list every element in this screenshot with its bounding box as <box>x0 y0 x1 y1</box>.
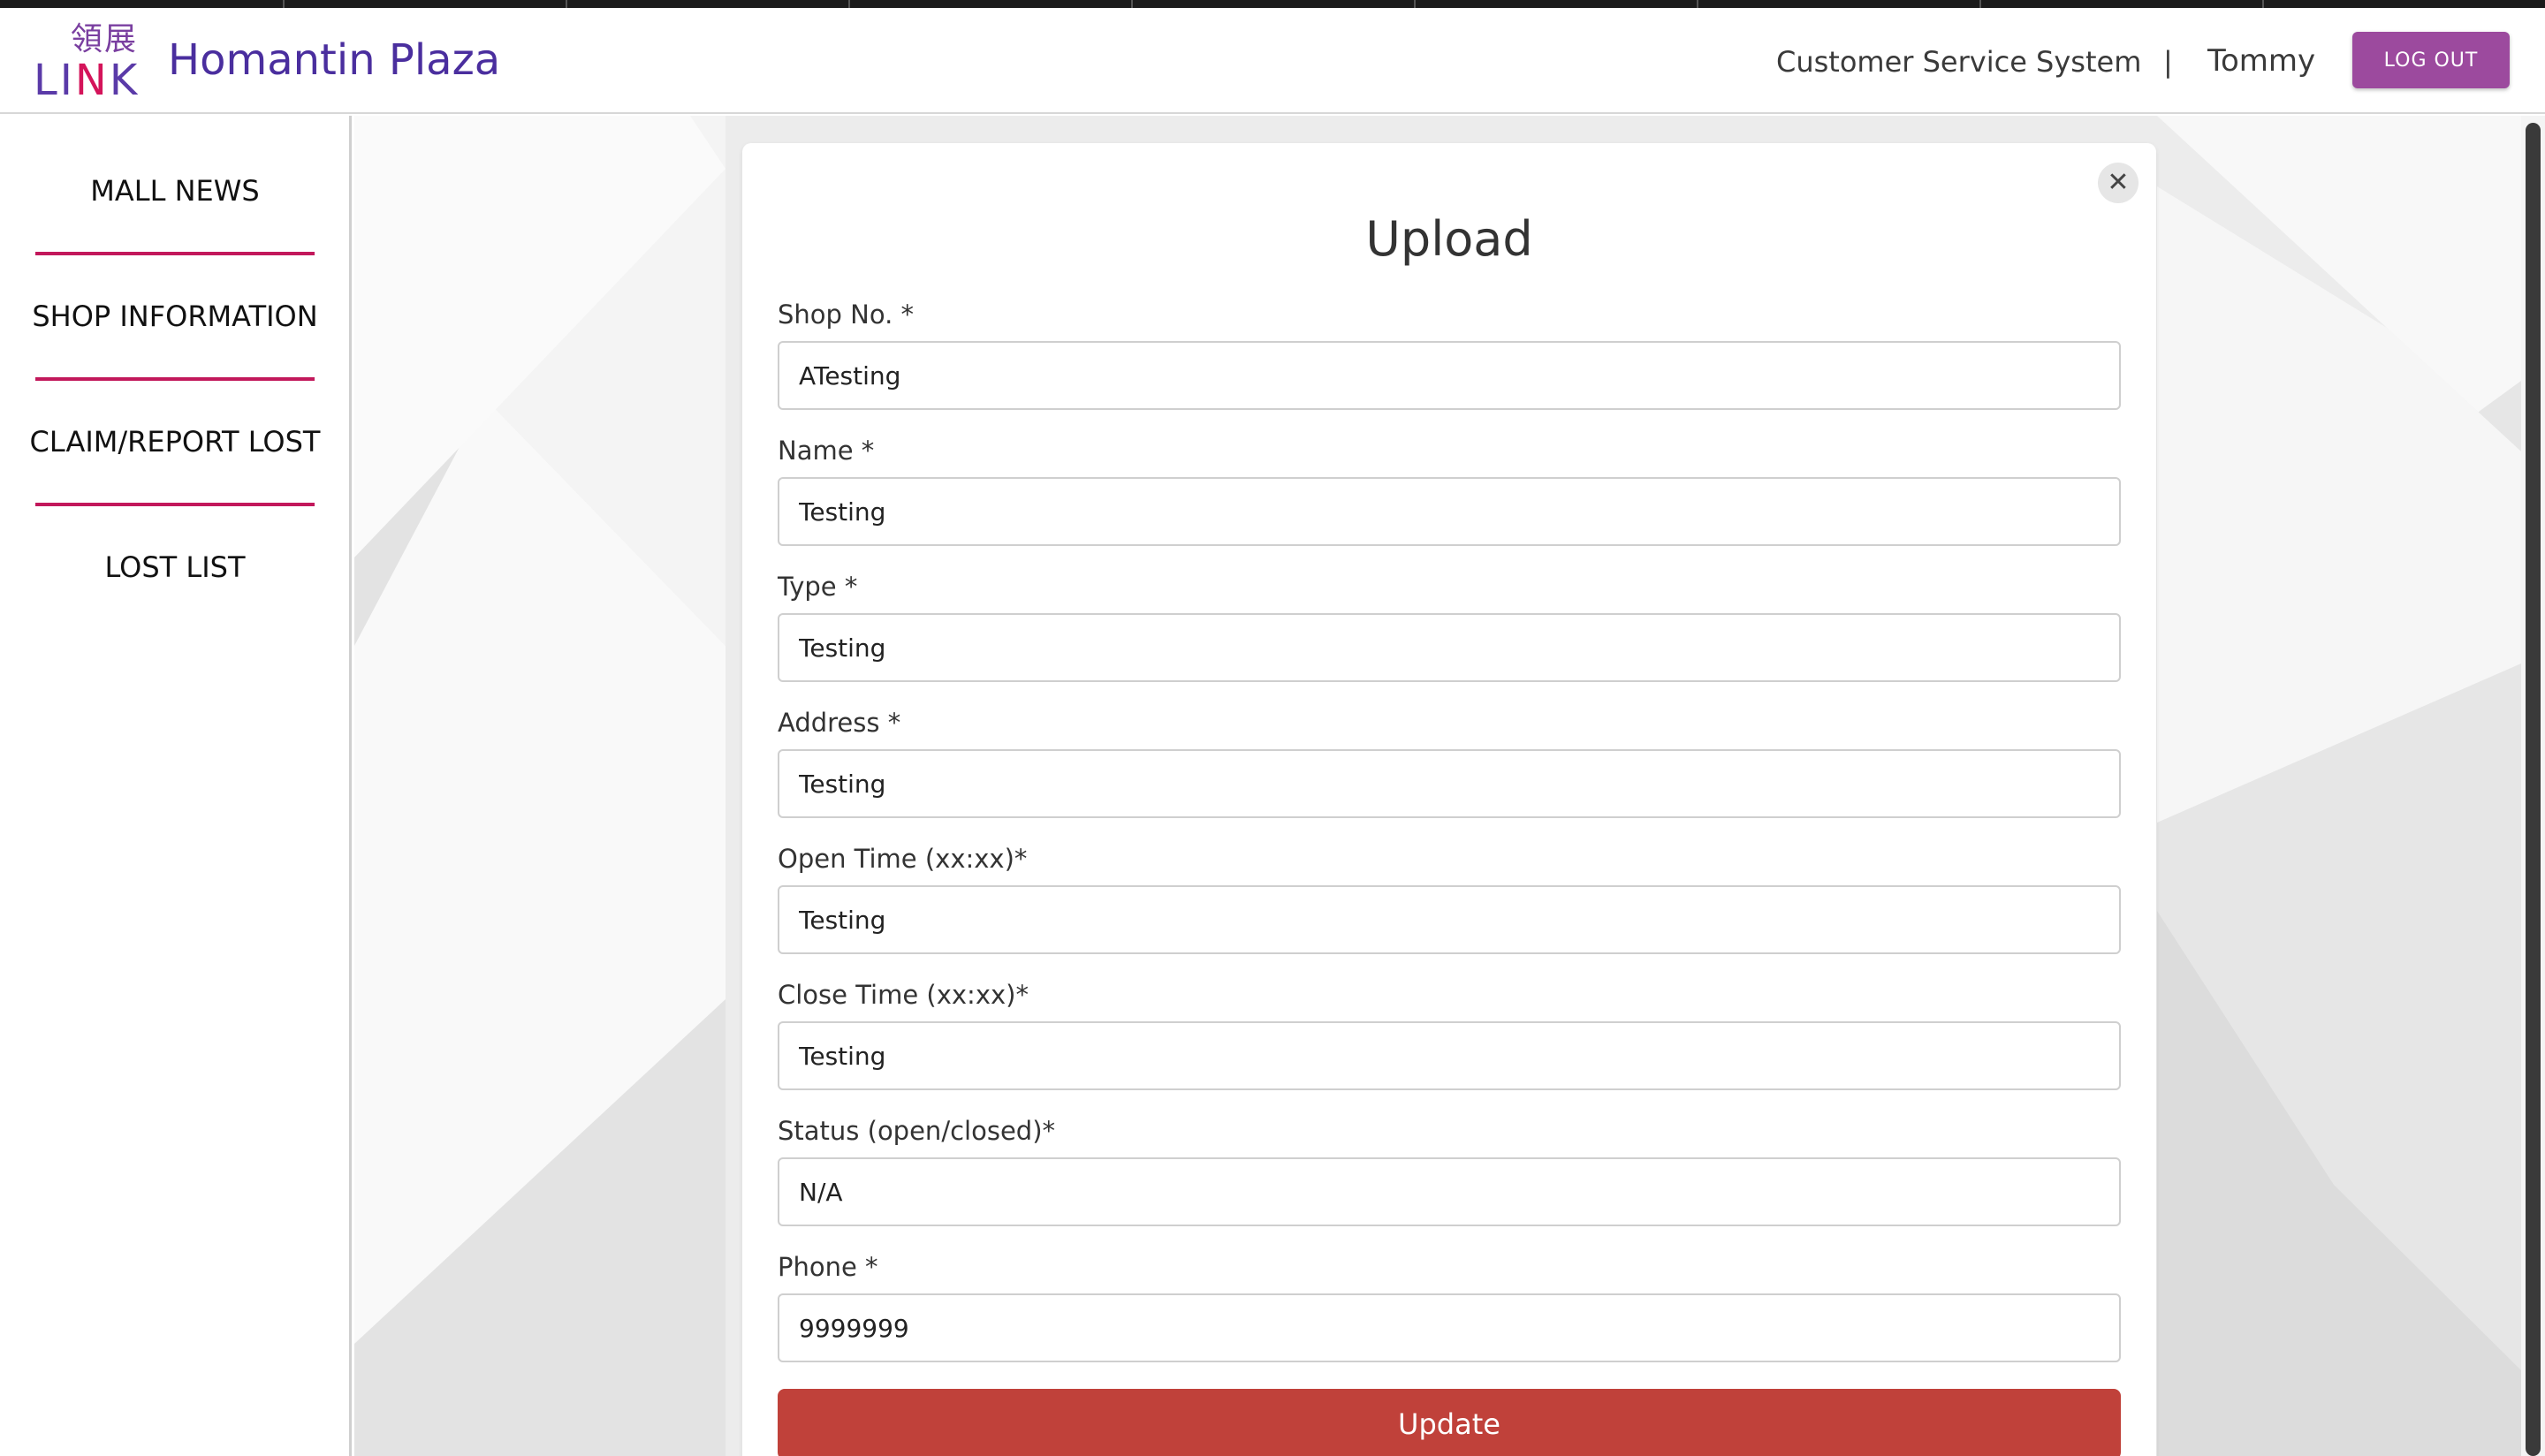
user-name: Tommy <box>2207 43 2316 79</box>
update-button[interactable]: Update <box>778 1389 2121 1456</box>
modal-title: Upload <box>1365 211 1533 267</box>
sidebar-item-shop-information[interactable]: SHOP INFORMATION <box>0 299 350 334</box>
system-name: Customer Service System <box>1776 45 2142 79</box>
scroll-thumb[interactable] <box>2526 123 2541 1456</box>
shop-no-input[interactable] <box>778 341 2121 410</box>
shop-no-label: Shop No. * <box>778 300 915 330</box>
logo-cjk-text: 領展 <box>71 21 139 57</box>
top-header: 領展 LINK Homantin Plaza Customer Service … <box>0 8 2545 114</box>
name-input[interactable] <box>778 477 2121 546</box>
sidebar-item-lost-list[interactable]: LOST LIST <box>0 550 350 585</box>
name-label: Name * <box>778 436 875 466</box>
address-input[interactable] <box>778 749 2121 818</box>
nav-divider <box>35 377 315 381</box>
open-time-input[interactable] <box>778 885 2121 954</box>
close-time-label: Close Time (xx:xx)* <box>778 980 1029 1010</box>
phone-input[interactable] <box>778 1293 2121 1362</box>
open-time-label: Open Time (xx:xx)* <box>778 844 1028 874</box>
address-label: Address * <box>778 708 901 738</box>
vertical-scrollbar[interactable] <box>2521 116 2545 1456</box>
site-title: Homantin Plaza <box>168 35 501 85</box>
logout-button[interactable]: LOG OUT <box>2352 32 2510 88</box>
upload-modal: ✕ Upload Shop No. * Name * Type * Addres… <box>742 143 2156 1456</box>
app-window: 領展 LINK Homantin Plaza Customer Service … <box>0 0 2545 1456</box>
close-time-input[interactable] <box>778 1021 2121 1090</box>
type-label: Type * <box>778 572 858 602</box>
nav-divider <box>35 252 315 255</box>
header-separator: | <box>2163 45 2173 79</box>
top-tab-strip <box>0 0 2545 8</box>
sidebar: MALL NEWS SHOP INFORMATION CLAIM/REPORT … <box>0 116 352 1456</box>
status-label: Status (open/closed)* <box>778 1116 1056 1146</box>
link-logo[interactable]: 領展 LINK <box>34 21 145 105</box>
sidebar-item-mall-news[interactable]: MALL NEWS <box>0 173 350 209</box>
type-input[interactable] <box>778 613 2121 682</box>
logo-word: LINK <box>34 56 141 105</box>
sidebar-item-claim-report-lost[interactable]: CLAIM/REPORT LOST <box>0 424 350 459</box>
phone-label: Phone * <box>778 1252 878 1282</box>
close-icon[interactable]: ✕ <box>2098 163 2139 203</box>
nav-divider <box>35 503 315 506</box>
status-input[interactable] <box>778 1157 2121 1226</box>
